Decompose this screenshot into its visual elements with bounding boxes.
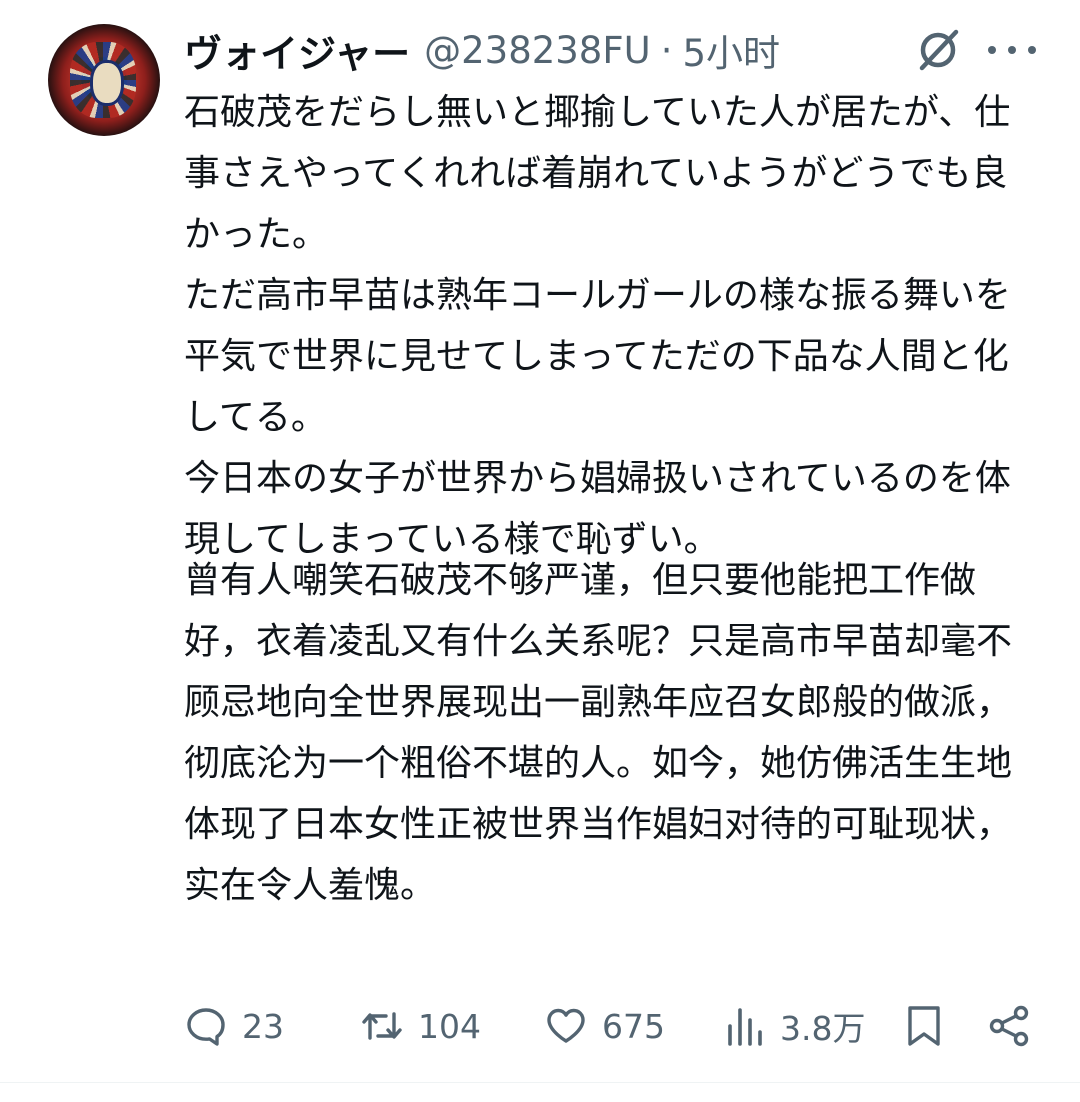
grok-icon[interactable] (914, 26, 962, 74)
header-separator: · (660, 28, 673, 72)
views-count: 3.8万 (780, 1009, 866, 1048)
views-button[interactable]: 3.8万 (722, 996, 865, 1056)
more-dot (1008, 46, 1016, 54)
repost-icon (362, 1012, 402, 1040)
repost-button[interactable]: 104 (360, 996, 481, 1056)
reply-icon (187, 1008, 225, 1046)
heart-icon (547, 1008, 585, 1043)
bookmark-icon (908, 1006, 940, 1046)
reply-count: 23 (242, 1006, 284, 1046)
post-body-original: 石破茂をだらし無いと揶揄していた人が居たが、仕事さえやってくれれば着崩れていよう… (184, 92, 1011, 560)
reply-button[interactable]: 23 (184, 996, 284, 1056)
repost-count: 104 (418, 1006, 481, 1046)
share-button[interactable] (988, 996, 1046, 1056)
post-time[interactable]: 5小时 (682, 23, 780, 77)
author-handle[interactable]: @238238FU (424, 29, 651, 72)
more-dot (988, 46, 996, 54)
action-bar: 23 104 675 3.8万 (184, 996, 1044, 1056)
avatar-center (90, 60, 124, 106)
views-icon (728, 1008, 762, 1046)
author-name[interactable]: ヴォイジャー (184, 23, 410, 78)
bookmark-button[interactable] (902, 996, 960, 1056)
post-header: ヴォイジャー @238238FU · 5小时 (184, 22, 780, 78)
share-icon (989, 1005, 1029, 1047)
avatar[interactable] (48, 24, 160, 136)
like-count: 675 (602, 1006, 665, 1046)
bottom-divider (0, 1082, 1080, 1083)
more-dot (1028, 46, 1036, 54)
post-body-translation: 曾有人嘲笑石破茂不够严谨，但只要他能把工作做好，衣着凌乱又有什么关系呢？只是高市… (184, 560, 1013, 906)
more-icon[interactable] (988, 30, 1036, 70)
like-button[interactable]: 675 (544, 996, 665, 1056)
